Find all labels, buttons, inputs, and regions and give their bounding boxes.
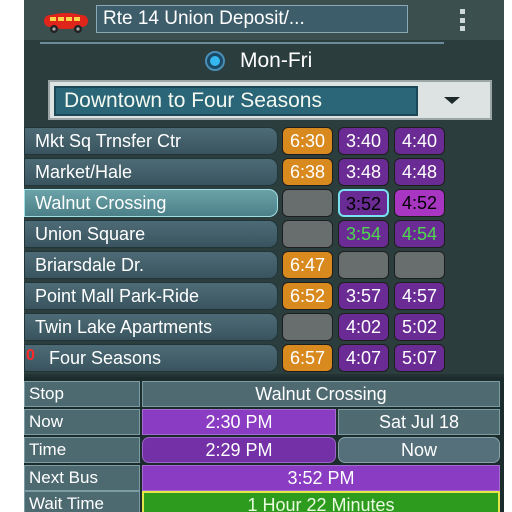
time-cell[interactable]: 3:40 bbox=[338, 127, 389, 155]
time-cell[interactable]: 6:38 bbox=[282, 158, 333, 186]
time-cell[interactable]: 4:40 bbox=[394, 127, 445, 155]
chevron-down-icon[interactable] bbox=[444, 97, 460, 104]
menu-dot bbox=[459, 9, 465, 14]
info-panel: Stop Walnut Crossing Now 2:30 PM Sat Jul… bbox=[24, 374, 504, 512]
app-screen: Rte 14 Union Deposit/... Mon-Fri Downtow… bbox=[24, 0, 504, 512]
stop-name[interactable]: Point Mall Park-Ride bbox=[24, 282, 278, 310]
wait-time-value: 1 Hour 22 Minutes bbox=[142, 491, 500, 512]
stop-row-selected: Walnut Crossing 3:52 4:52 bbox=[24, 188, 504, 219]
time-now-button[interactable]: Now bbox=[338, 437, 500, 463]
now-date: Sat Jul 18 bbox=[338, 409, 500, 435]
stop-marker: 0 bbox=[26, 347, 35, 364]
time-cell-empty[interactable] bbox=[282, 189, 333, 217]
direction-selected-value[interactable]: Downtown to Four Seasons bbox=[54, 86, 418, 116]
time-cell[interactable]: 6:30 bbox=[282, 127, 333, 155]
bus-icon[interactable] bbox=[40, 9, 92, 35]
time-cell[interactable]: 4:57 bbox=[394, 282, 445, 310]
header-divider bbox=[40, 42, 444, 44]
time-cell[interactable]: 4:54 bbox=[394, 220, 445, 248]
stop-row: Twin Lake Apartments 4:02 5:02 bbox=[24, 312, 504, 343]
time-picker-button[interactable]: 2:29 PM bbox=[142, 437, 336, 463]
time-cell-empty[interactable] bbox=[282, 220, 333, 248]
stop-row: Point Mall Park-Ride 6:52 3:57 4:57 bbox=[24, 281, 504, 312]
time-cell[interactable]: 4:48 bbox=[394, 158, 445, 186]
time-cell[interactable]: 3:48 bbox=[338, 158, 389, 186]
wait-time-label: Wait Time bbox=[24, 491, 140, 512]
menu-dot bbox=[459, 26, 465, 31]
menu-dot bbox=[459, 17, 465, 23]
time-cell[interactable]: 3:54 bbox=[338, 220, 389, 248]
time-cell[interactable]: 6:47 bbox=[282, 251, 333, 279]
stop-name[interactable]: Market/Hale bbox=[24, 158, 278, 186]
time-cell-empty[interactable] bbox=[338, 251, 389, 279]
stop-name[interactable]: Briarsdale Dr. bbox=[24, 251, 278, 279]
stop-name[interactable]: Union Square bbox=[24, 220, 278, 248]
time-cell[interactable]: 3:57 bbox=[338, 282, 389, 310]
now-label: Now bbox=[24, 409, 140, 435]
time-cell[interactable]: 4:07 bbox=[338, 344, 389, 372]
time-cell[interactable]: 6:57 bbox=[282, 344, 333, 372]
app-header: Rte 14 Union Deposit/... bbox=[24, 0, 504, 40]
day-radio-button[interactable] bbox=[205, 51, 225, 71]
time-cell-empty[interactable] bbox=[282, 313, 333, 341]
day-label[interactable]: Mon-Fri bbox=[240, 49, 312, 73]
stop-value: Walnut Crossing bbox=[142, 381, 500, 407]
time-cell[interactable]: 4:02 bbox=[338, 313, 389, 341]
stop-row: Mkt Sq Trnsfer Ctr 6:30 3:40 4:40 bbox=[24, 126, 504, 157]
time-cell[interactable]: 5:02 bbox=[394, 313, 445, 341]
time-label: Time bbox=[24, 437, 140, 463]
overflow-menu-icon[interactable] bbox=[456, 8, 468, 32]
next-bus-value: 3:52 PM bbox=[142, 465, 500, 491]
stop-row: Four Seasons 0 6:57 4:07 5:07 bbox=[24, 343, 504, 374]
route-title[interactable]: Rte 14 Union Deposit/... bbox=[96, 5, 408, 33]
stop-name[interactable]: Mkt Sq Trnsfer Ctr bbox=[24, 127, 278, 155]
next-bus-label: Next Bus bbox=[24, 465, 140, 491]
time-cell[interactable]: 6:52 bbox=[282, 282, 333, 310]
stop-row: Union Square 3:54 4:54 bbox=[24, 219, 504, 250]
time-cell[interactable]: 5:07 bbox=[394, 344, 445, 372]
time-cell-selected[interactable]: 3:52 bbox=[338, 189, 389, 217]
stop-name[interactable]: Twin Lake Apartments bbox=[24, 313, 278, 341]
stop-row: Briarsdale Dr. 6:47 bbox=[24, 250, 504, 281]
now-time: 2:30 PM bbox=[142, 409, 336, 435]
stop-name[interactable]: Four Seasons bbox=[24, 344, 278, 372]
stop-name[interactable]: Walnut Crossing bbox=[24, 189, 278, 217]
stop-row: Market/Hale 6:38 3:48 4:48 bbox=[24, 157, 504, 188]
stop-label: Stop bbox=[24, 381, 140, 407]
time-cell-empty[interactable] bbox=[394, 251, 445, 279]
time-cell[interactable]: 4:52 bbox=[394, 189, 445, 217]
direction-dropdown[interactable]: Downtown to Four Seasons bbox=[48, 80, 492, 120]
